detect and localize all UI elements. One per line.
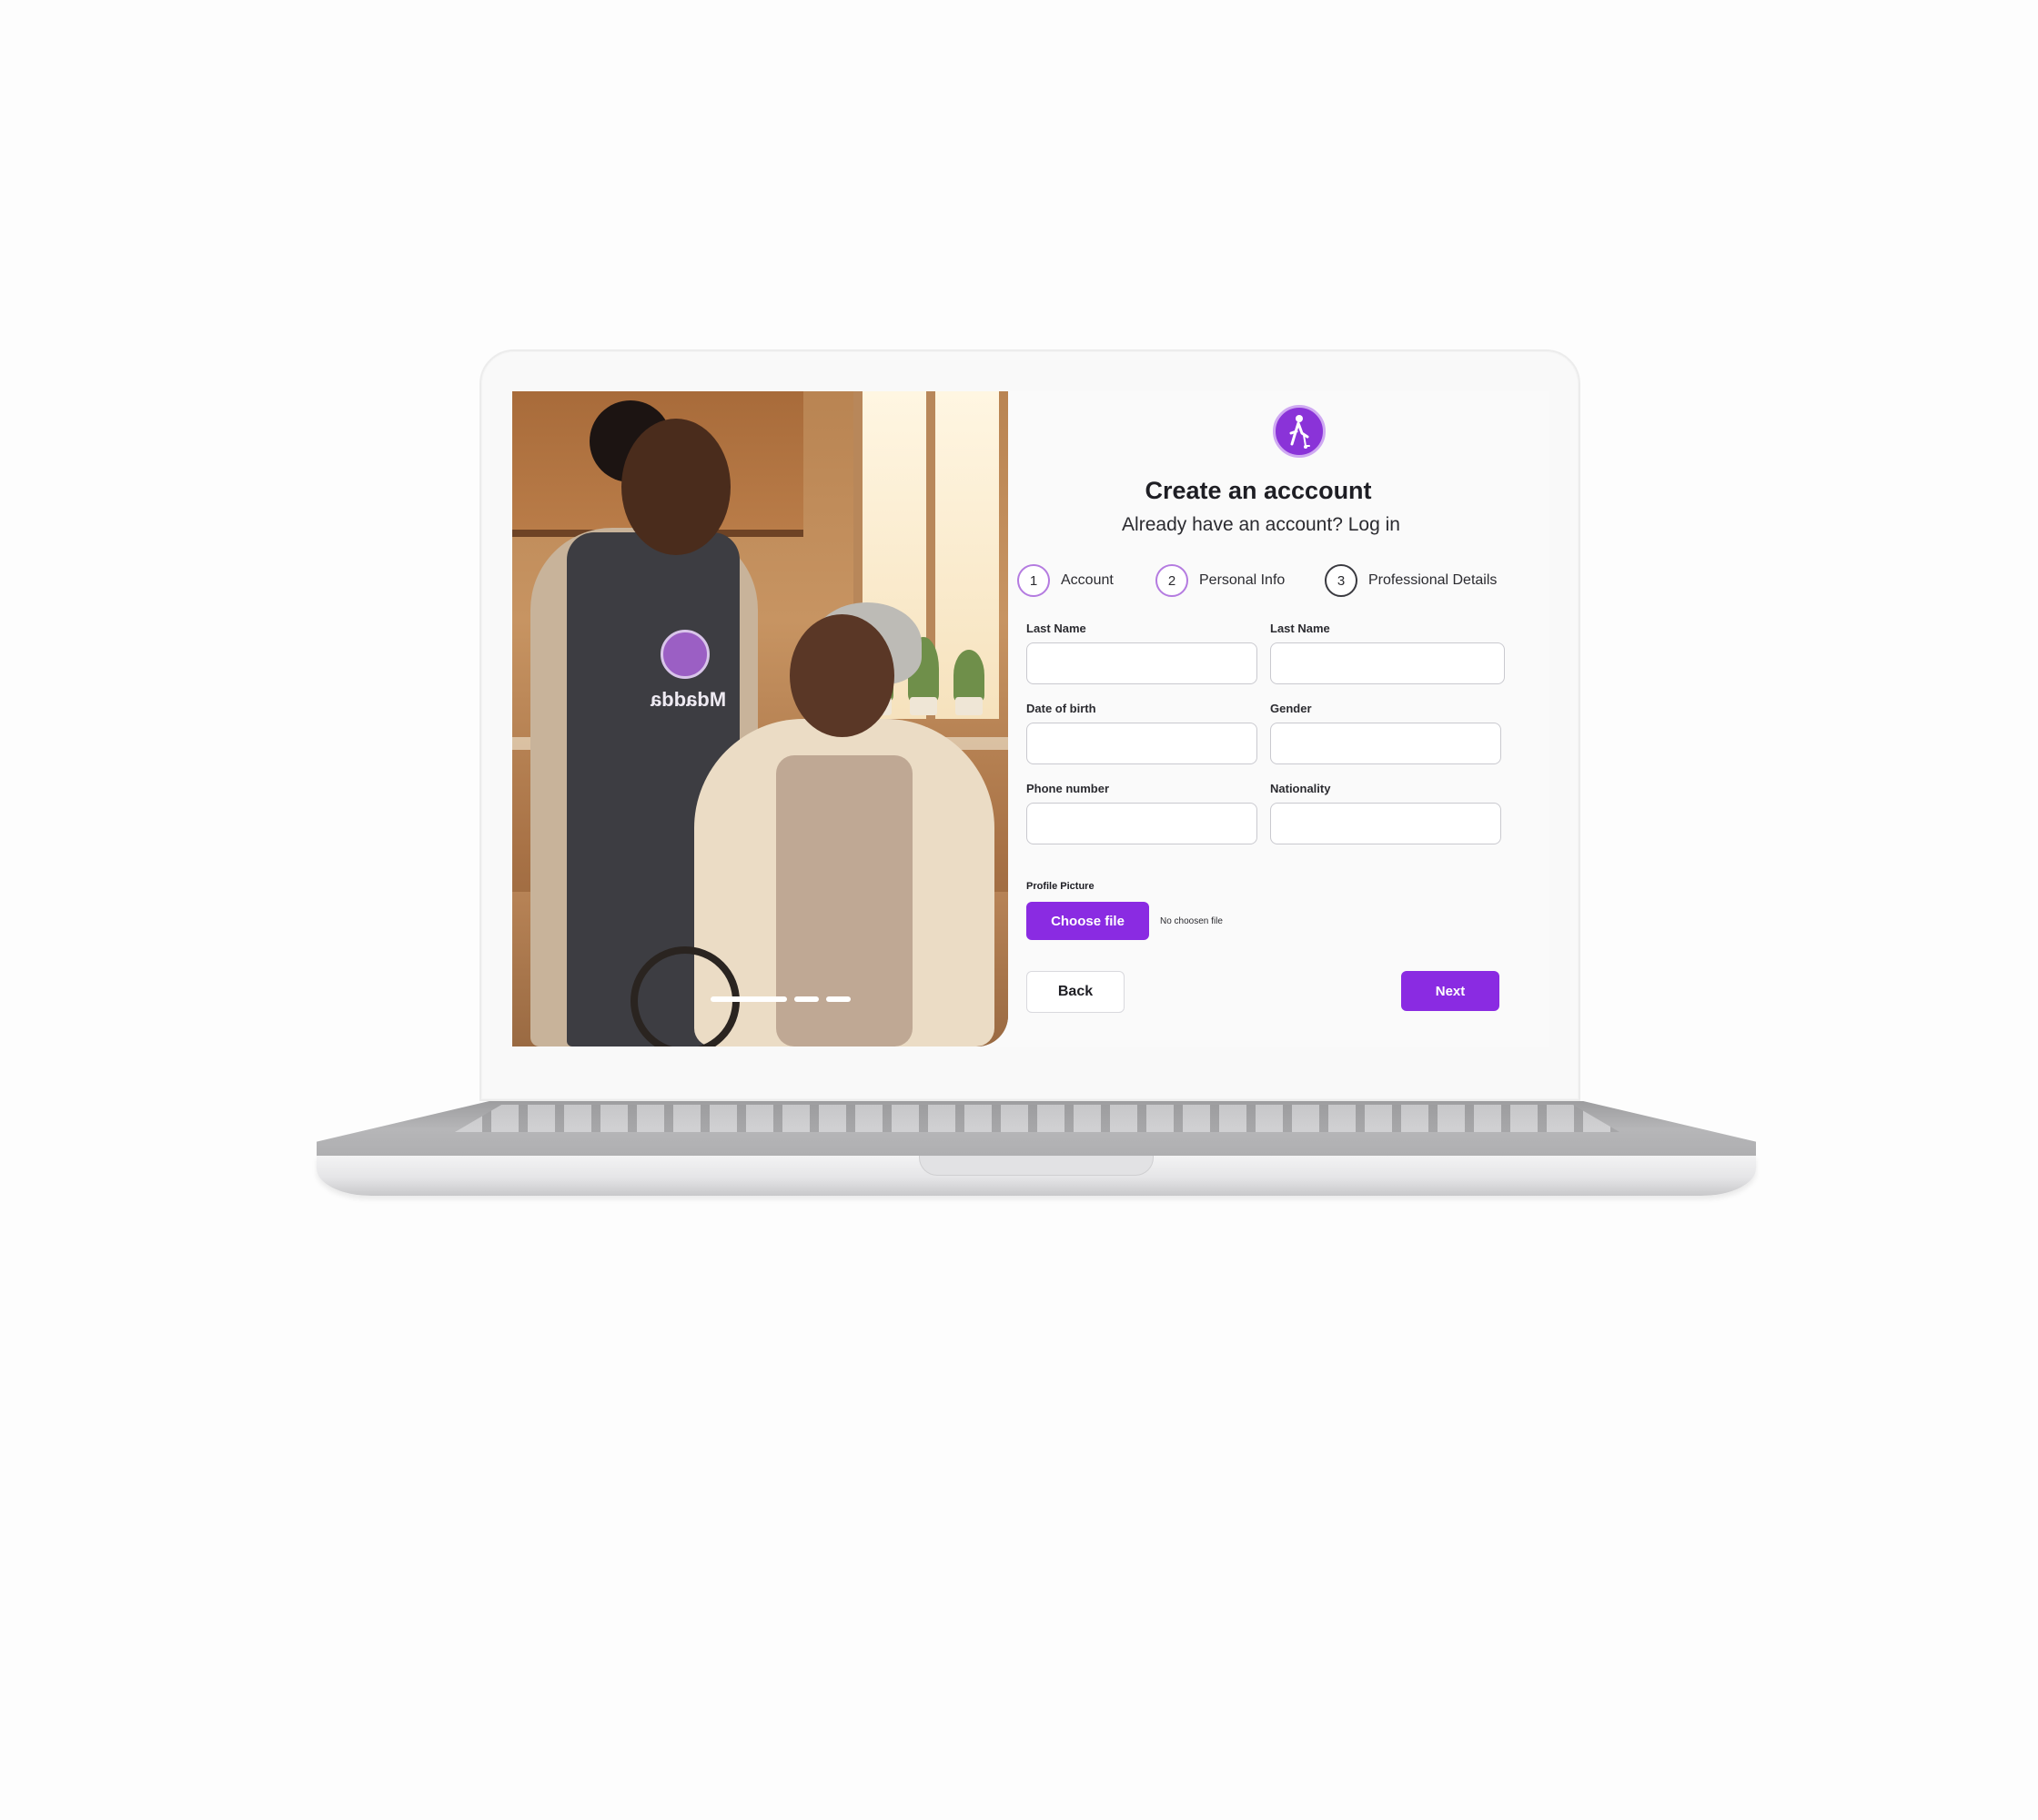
login-prompt-link[interactable]: Already have an account? Log in xyxy=(1008,514,1514,536)
dob-label: Date of birth xyxy=(1026,702,1096,715)
laptop-lid: Mdadda Create an acccount Already have a… xyxy=(479,349,1580,1101)
nationality-input[interactable] xyxy=(1270,803,1501,844)
last-name-input[interactable] xyxy=(1270,642,1505,684)
step-label: Personal Info xyxy=(1199,572,1286,588)
step-personal-info[interactable]: 2 Personal Info xyxy=(1155,564,1285,597)
hero-image: Mdadda xyxy=(512,391,1008,1046)
step-number: 2 xyxy=(1155,564,1188,597)
gender-label: Gender xyxy=(1270,702,1312,715)
carousel-indicator xyxy=(711,996,851,1002)
choose-file-button[interactable]: Choose file xyxy=(1026,902,1149,940)
gender-input[interactable] xyxy=(1270,723,1501,764)
phone-label: Phone number xyxy=(1026,782,1110,795)
step-professional-details[interactable]: 3 Professional Details xyxy=(1325,564,1497,597)
signup-form: Create an acccount Already have an accou… xyxy=(1008,391,1549,1046)
phone-input[interactable] xyxy=(1026,803,1257,844)
step-number: 3 xyxy=(1325,564,1357,597)
last-name-label: Last Name xyxy=(1270,622,1330,635)
step-account[interactable]: 1 Account xyxy=(1017,564,1114,597)
nationality-label: Nationality xyxy=(1270,782,1331,795)
caregiver-head xyxy=(621,419,731,555)
walker-person-icon xyxy=(1273,405,1326,458)
carousel-dot-active[interactable] xyxy=(711,996,787,1002)
apron-logo-text: Mdadda xyxy=(651,688,727,711)
file-status: No choosen file xyxy=(1160,916,1223,926)
first-name-input[interactable] xyxy=(1026,642,1257,684)
keyboard xyxy=(455,1105,1619,1132)
stepper: 1 Account 2 Personal Info 3 Professional… xyxy=(1017,564,1527,601)
step-label: Account xyxy=(1061,572,1114,588)
carousel-dot[interactable] xyxy=(826,996,851,1002)
dob-input[interactable] xyxy=(1026,723,1257,764)
app-screen: Mdadda Create an acccount Already have a… xyxy=(512,391,1549,1046)
step-number: 1 xyxy=(1017,564,1050,597)
next-button[interactable]: Next xyxy=(1401,971,1499,1011)
first-name-label: Last Name xyxy=(1026,622,1086,635)
back-button[interactable]: Back xyxy=(1026,971,1125,1013)
carousel-dot[interactable] xyxy=(794,996,819,1002)
page-title: Create an acccount xyxy=(1145,477,1372,504)
profile-picture-label: Profile Picture xyxy=(1026,881,1095,892)
step-label: Professional Details xyxy=(1368,572,1498,588)
senior-head xyxy=(790,614,894,737)
apron-logo-icon xyxy=(661,630,710,679)
laptop-notch xyxy=(919,1156,1154,1176)
